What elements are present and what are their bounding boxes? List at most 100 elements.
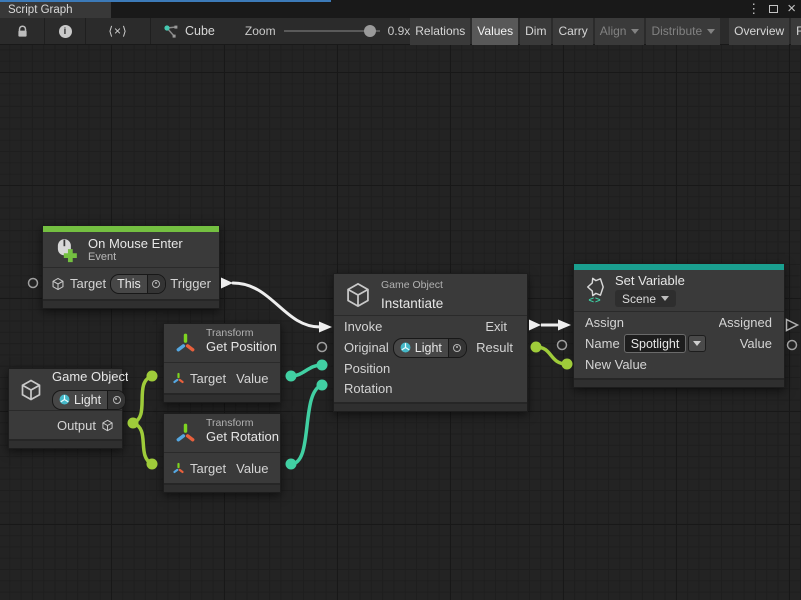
- close-icon[interactable]: ×: [787, 2, 796, 16]
- window-controls: ⋮ ×: [747, 1, 796, 17]
- transform-icon: [172, 462, 185, 475]
- zoom-slider[interactable]: [284, 30, 380, 32]
- transform-icon: [174, 332, 197, 355]
- value-port-label: Value: [740, 336, 772, 351]
- menu-icon[interactable]: ⋮: [747, 2, 760, 16]
- light-object-field[interactable]: Light: [52, 390, 126, 410]
- dim-button[interactable]: Dim: [520, 18, 551, 45]
- node-footer: [9, 439, 122, 448]
- graph-breadcrumb[interactable]: Cube: [163, 24, 215, 39]
- overview-button[interactable]: Overview: [729, 18, 789, 45]
- node-on-mouse-enter[interactable]: On Mouse Enter Event Target This Trigger: [42, 225, 220, 309]
- node-footer: [164, 483, 280, 492]
- invoke-port-label: Invoke: [344, 319, 382, 334]
- align-button[interactable]: Align: [595, 18, 645, 45]
- chevron-down-icon: [707, 29, 715, 34]
- name-port-label: Name: [585, 336, 620, 351]
- tab-script-graph[interactable]: Script Graph: [0, 2, 111, 18]
- script-graph-window: { "window": { "tab_title": "Script Graph…: [0, 0, 801, 600]
- chevron-down-icon[interactable]: [688, 335, 706, 352]
- graph-name: Cube: [185, 24, 215, 38]
- object-picker-icon[interactable]: [107, 391, 125, 409]
- variable-name-dropdown[interactable]: Spotlight: [624, 334, 707, 353]
- lock-button[interactable]: [0, 18, 44, 44]
- target-port-label: Target: [190, 371, 226, 386]
- node-game-object-literal[interactable]: Game Object Light Output: [8, 368, 123, 449]
- target-field-value: This: [111, 275, 147, 293]
- rotation-port-label: Rotation: [344, 381, 392, 396]
- toolbar-separator: [150, 18, 151, 44]
- value-port-label: Value: [236, 371, 268, 386]
- node-footer: [334, 402, 527, 411]
- new-value-port-label: New Value: [585, 357, 647, 372]
- node-title: Get Rotation: [206, 429, 279, 444]
- target-port-label: Target: [190, 461, 226, 476]
- object-picker-icon[interactable]: [147, 275, 165, 293]
- variable-name-value: Spotlight: [624, 334, 687, 353]
- zoom-slider-handle[interactable]: [364, 25, 376, 37]
- target-port-label: Target: [70, 276, 106, 291]
- mouse-enter-icon: [53, 237, 79, 263]
- view-options-group: Relations Values Dim Carry Align Distrib…: [410, 18, 801, 45]
- tab-title: Script Graph: [8, 4, 73, 16]
- game-object-icon: [19, 378, 43, 402]
- node-title: Set Variable: [615, 273, 685, 288]
- node-title: Game Object: [52, 369, 128, 384]
- object-picker-icon[interactable]: [448, 339, 466, 357]
- info-button[interactable]: i: [45, 18, 85, 44]
- node-title: Get Position: [206, 339, 277, 354]
- node-footer: [164, 393, 280, 402]
- variable-scope-dropdown[interactable]: Scene: [615, 290, 676, 307]
- node-get-position[interactable]: Transform Get Position Target Value: [163, 323, 281, 403]
- zoom-control: Zoom 0.9x: [245, 24, 410, 38]
- target-object-field[interactable]: This: [110, 274, 166, 294]
- result-port-label: Result: [476, 340, 513, 355]
- node-set-variable[interactable]: <> Set Variable Scene Assign Assigned Na…: [573, 263, 785, 388]
- position-port-label: Position: [344, 361, 390, 376]
- info-icon: i: [59, 25, 72, 38]
- node-footer: [43, 299, 219, 308]
- output-port-label: Output: [57, 418, 96, 433]
- distribute-button[interactable]: Distribute: [646, 18, 720, 45]
- transform-icon: [174, 422, 197, 445]
- unity-object-icon: [59, 394, 70, 405]
- relations-button[interactable]: Relations: [410, 18, 470, 45]
- lock-icon: [16, 25, 29, 38]
- graph-nodes-icon: [163, 24, 179, 39]
- node-title: On Mouse Enter: [88, 236, 183, 251]
- assign-port-label: Assign: [585, 315, 624, 330]
- tab-bar: Script Graph ⋮ ×: [0, 0, 801, 18]
- node-get-rotation[interactable]: Transform Get Rotation Target Value: [163, 413, 281, 493]
- node-category: Transform: [206, 327, 277, 339]
- code-view-button[interactable]: ⟨×⟩: [86, 18, 150, 44]
- original-port-label: Original: [344, 340, 389, 355]
- game-object-icon: [344, 281, 372, 309]
- unity-variable-icon: <>: [584, 277, 606, 305]
- original-object-field[interactable]: Light: [393, 338, 467, 358]
- trigger-port-label: Trigger: [170, 276, 211, 291]
- original-field-value: Light: [415, 341, 442, 355]
- unity-object-icon: [400, 342, 411, 353]
- chevron-down-icon: [631, 29, 639, 34]
- game-object-icon: [101, 419, 114, 432]
- chevron-down-icon: [661, 296, 669, 301]
- zoom-label: Zoom: [245, 24, 276, 38]
- node-instantiate[interactable]: Game Object Instantiate Invoke Exit Orig…: [333, 273, 528, 412]
- node-footer: [574, 378, 784, 387]
- transform-icon: [172, 372, 185, 385]
- exit-port-label: Exit: [485, 319, 507, 334]
- assigned-port-label: Assigned: [719, 315, 772, 330]
- value-port-label: Value: [236, 461, 268, 476]
- scope-value: Scene: [622, 292, 656, 306]
- carry-button[interactable]: Carry: [553, 18, 592, 45]
- values-button[interactable]: Values: [472, 18, 518, 45]
- node-title: Instantiate: [381, 296, 443, 311]
- code-icon: ⟨×⟩: [108, 24, 127, 38]
- graph-toolbar: i ⟨×⟩ Cube Zoom 0.9x Relations Values Di…: [0, 18, 801, 45]
- full-screen-button[interactable]: Full Screen: [791, 18, 801, 45]
- maximize-icon[interactable]: [769, 5, 778, 13]
- light-field-value: Light: [74, 393, 101, 407]
- node-category: Transform: [206, 417, 279, 429]
- game-object-icon: [51, 277, 65, 291]
- node-subtitle: Event: [88, 251, 183, 263]
